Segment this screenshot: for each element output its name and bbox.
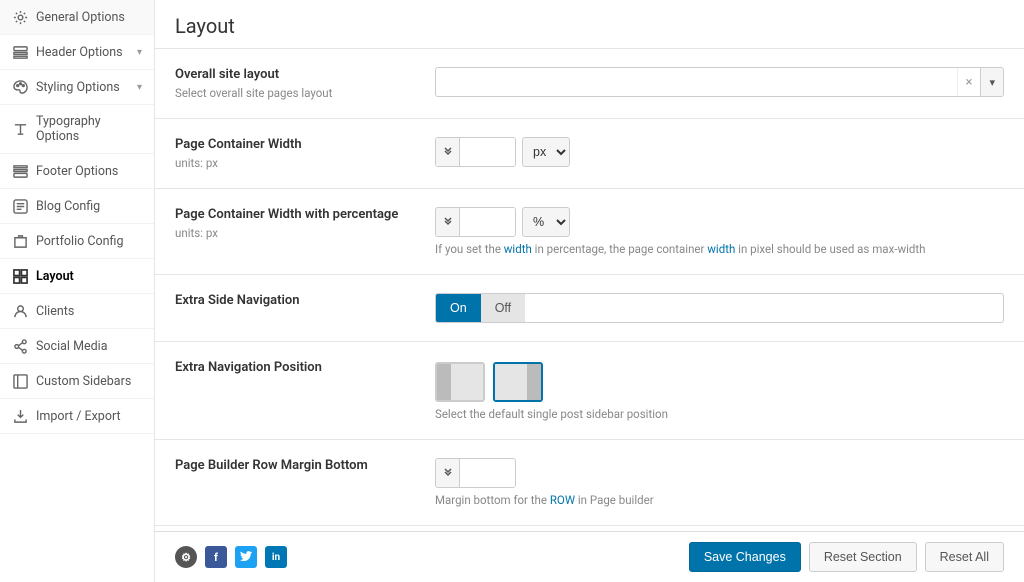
sidebar-item-general-options[interactable]: General Options [0, 0, 154, 35]
sidebar-item-blog-config[interactable]: Blog Config [0, 189, 154, 224]
sidebar-item-import-export[interactable]: Import / Export [0, 399, 154, 434]
sidebar-item-social-media-label: Social Media [36, 339, 142, 354]
page-container-width-input-group: 1100 [435, 137, 516, 167]
footer-icons: ⚙ f in [175, 546, 287, 568]
sidebar-item-styling-options-label: Styling Options [36, 80, 129, 95]
section-extra-side-nav-control: On Off [435, 293, 1004, 323]
blog-icon [12, 198, 28, 214]
reset-section-button[interactable]: Reset Section [809, 542, 917, 572]
overall-layout-dropdown[interactable]: Fullwidth × ▾ [435, 67, 1004, 97]
section-overall-site-layout-title: Overall site layout [175, 67, 415, 82]
sidebar-item-social-media[interactable]: Social Media [0, 329, 154, 364]
row-margin-info: Margin bottom for the ROW in Page builde… [435, 493, 1004, 507]
layout-icon [12, 268, 28, 284]
extra-side-nav-toggle: On Off [435, 293, 1004, 323]
section-page-container-width-title: Page Container Width [175, 137, 415, 152]
sidebar-item-clients-label: Clients [36, 304, 142, 319]
position-selector [435, 362, 1004, 402]
facebook-icon[interactable]: f [205, 546, 227, 568]
gear-icon [12, 9, 28, 25]
section-extra-side-nav-title: Extra Side Navigation [175, 293, 415, 308]
section-page-builder-row-margin: Page Builder Row Margin Bottom 85 Margin… [155, 440, 1024, 526]
row-margin-input-group: 85 [435, 458, 516, 488]
sidebar-item-typography-options-label: Typography Options [36, 114, 142, 144]
twitter-icon[interactable] [235, 546, 257, 568]
section-page-container-width-desc: units: px [175, 156, 415, 170]
chevron-down-icon: ▾ [137, 47, 142, 58]
page-container-width-pct-unit-select[interactable]: % px [522, 207, 570, 237]
page-title: Layout [175, 14, 1004, 38]
page-container-width-pct-input-group: 87 [435, 207, 516, 237]
sidebar-item-custom-sidebars-label: Custom Sidebars [36, 374, 142, 389]
sidebar-item-portfolio-config-label: Portfolio Config [36, 234, 142, 249]
toggle-off-button[interactable]: Off [481, 294, 525, 322]
decrement-row-margin-button[interactable] [436, 459, 460, 487]
section-row-margin-control: 85 Margin bottom for the ROW in Page bui… [435, 458, 1004, 507]
footer-icon [12, 163, 28, 179]
section-extra-nav-position-control: Select the default single post sidebar p… [435, 360, 1004, 421]
extra-nav-position-info: Select the default single post sidebar p… [435, 407, 1004, 421]
reset-all-button[interactable]: Reset All [925, 542, 1004, 572]
sidebar: General Options Header Options ▾ [0, 0, 155, 582]
sidebar-item-typography-options[interactable]: Typography Options [0, 105, 154, 154]
overall-layout-input[interactable]: Fullwidth [436, 75, 957, 89]
import-icon [12, 408, 28, 424]
sidebar-item-layout[interactable]: Layout [0, 259, 154, 294]
section-extra-side-navigation: Extra Side Navigation On Off [155, 275, 1024, 342]
section-page-container-width: Page Container Width units: px 1100 px [155, 119, 1024, 189]
row-margin-field[interactable]: 85 [460, 459, 515, 487]
social-icon [12, 338, 28, 354]
sidebar-item-portfolio-config[interactable]: Portfolio Config [0, 224, 154, 259]
decrement-pct-button[interactable] [436, 208, 460, 236]
settings-icon[interactable]: ⚙ [175, 546, 197, 568]
portfolio-icon [12, 233, 28, 249]
sidebar-item-header-options[interactable]: Header Options ▾ [0, 35, 154, 70]
decrement-button[interactable] [436, 138, 460, 166]
sidebar-item-styling-options[interactable]: Styling Options ▾ [0, 70, 154, 105]
section-page-container-width-pct-desc: units: px [175, 226, 415, 240]
typography-icon [12, 121, 28, 137]
section-extra-nav-position-title: Extra Navigation Position [175, 360, 415, 375]
section-overall-site-layout: Overall site layout Select overall site … [155, 49, 1024, 119]
section-overall-site-layout-desc: Select overall site pages layout [175, 86, 415, 100]
clients-icon [12, 303, 28, 319]
sidebar-item-import-export-label: Import / Export [36, 409, 142, 424]
sidebar-item-footer-options[interactable]: Footer Options [0, 154, 154, 189]
section-page-container-width-pct-title: Page Container Width with percentage [175, 207, 415, 222]
footer-bar: ⚙ f in Save Changes Reset Section Reset … [155, 531, 1024, 582]
sidebar-item-footer-options-label: Footer Options [36, 164, 142, 179]
sidebar-item-blog-config-label: Blog Config [36, 199, 142, 214]
chevron-down-icon: ▾ [137, 82, 142, 93]
page-container-width-pct-info: If you set the width in percentage, the … [435, 242, 1004, 256]
section-page-container-width-control: 1100 px % [435, 137, 1004, 167]
header-icon [12, 44, 28, 60]
palette-icon [12, 79, 28, 95]
page-container-width-pct-field[interactable]: 87 [460, 208, 515, 236]
toggle-on-button[interactable]: On [436, 294, 481, 322]
page-container-width-unit-select[interactable]: px % [522, 137, 570, 167]
footer-buttons: Save Changes Reset Section Reset All [689, 542, 1004, 572]
sidebar-item-custom-sidebars[interactable]: Custom Sidebars [0, 364, 154, 399]
sidebar-item-header-options-label: Header Options [36, 45, 129, 60]
position-right-option[interactable] [493, 362, 543, 402]
sidebars-icon [12, 373, 28, 389]
position-left-option[interactable] [435, 362, 485, 402]
section-row-margin-title: Page Builder Row Margin Bottom [175, 458, 415, 473]
section-extra-navigation-position: Extra Navigation Position Select the d [155, 342, 1024, 440]
sidebar-item-layout-label: Layout [36, 269, 142, 284]
page-container-width-field[interactable]: 1100 [460, 138, 515, 166]
section-overall-site-layout-control: Fullwidth × ▾ [435, 67, 1004, 97]
clear-button[interactable]: × [957, 68, 981, 96]
dropdown-arrow-icon[interactable]: ▾ [980, 68, 1003, 96]
linkedin-icon[interactable]: in [265, 546, 287, 568]
save-changes-button[interactable]: Save Changes [689, 542, 801, 572]
section-page-container-width-percentage: Page Container Width with percentage uni… [155, 189, 1024, 275]
sidebar-item-clients[interactable]: Clients [0, 294, 154, 329]
section-page-container-width-pct-control: 87 % px If you set the width in percenta… [435, 207, 1004, 256]
sidebar-item-general-options-label: General Options [36, 10, 142, 25]
